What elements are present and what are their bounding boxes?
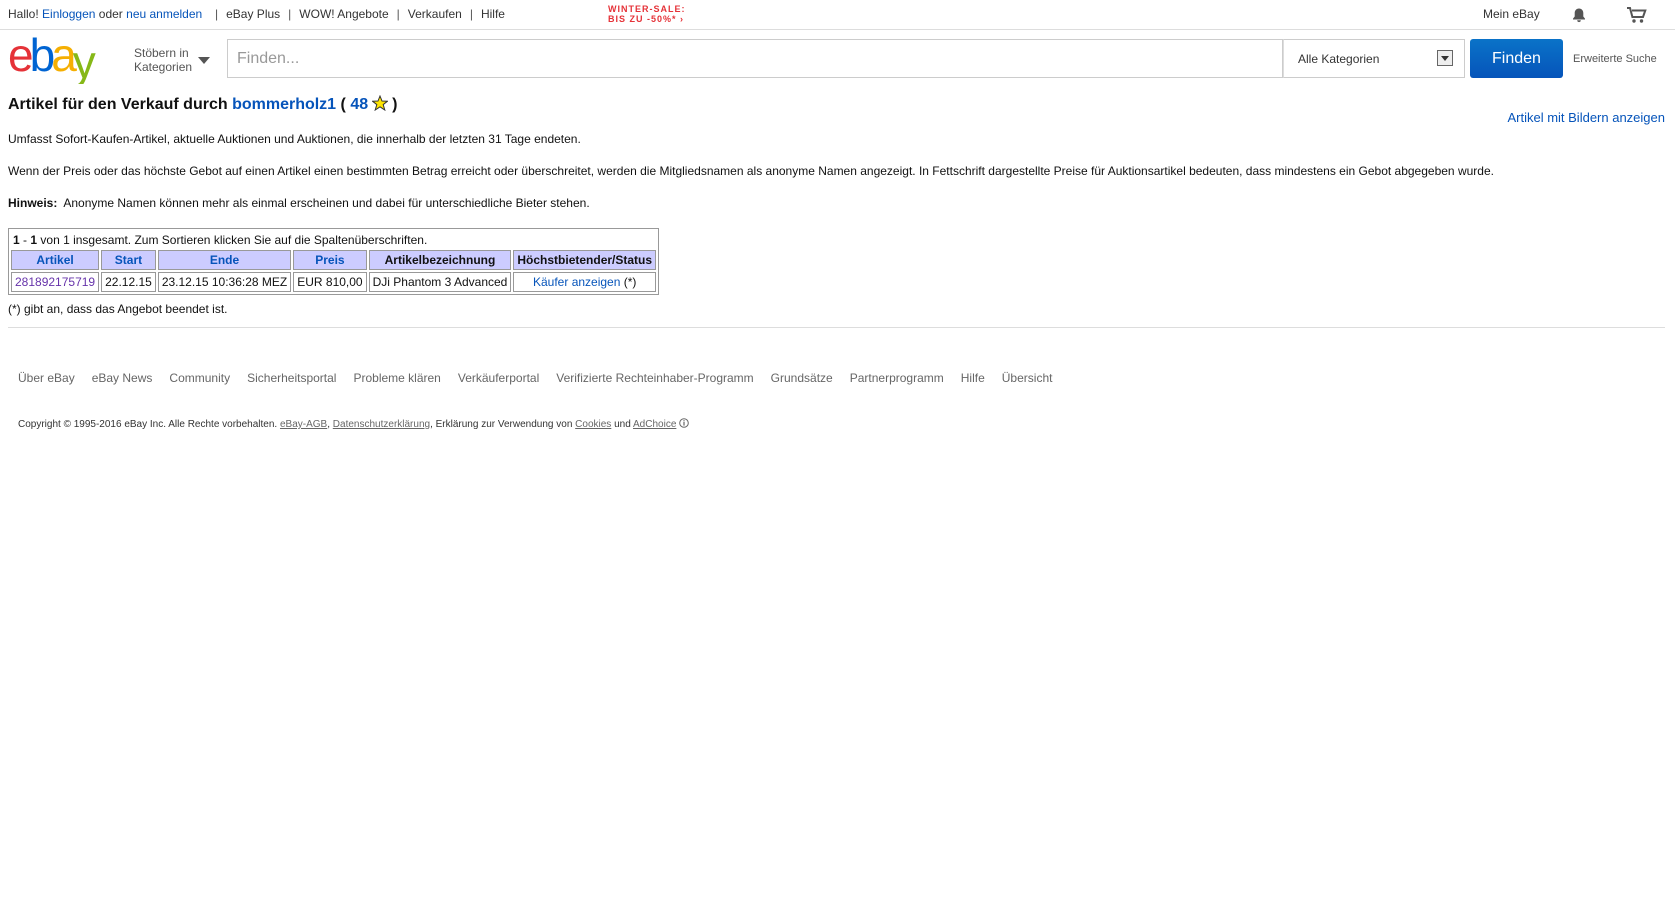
- sale-line-1: WINTER-SALE:: [608, 4, 686, 14]
- page-title: Artikel für den Verkauf durch bommerholz…: [8, 95, 397, 114]
- footer-link-community[interactable]: Community: [169, 371, 230, 385]
- cookies-text: , Erklärung zur Verwendung von: [430, 419, 573, 430]
- column-header-title: Artikelbezeichnung: [368, 250, 512, 270]
- copyright-text: Copyright © 1995-2016 eBay Inc. Alle Rec…: [18, 419, 278, 430]
- greeting-area: Hallo! Einloggen oder neu anmelden: [8, 7, 202, 21]
- browse-line-2: Kategorien: [134, 60, 193, 74]
- column-header-start[interactable]: Start: [101, 250, 156, 270]
- range-end: 1: [30, 233, 38, 247]
- bell-icon[interactable]: [1571, 7, 1587, 23]
- ebay-plus-link[interactable]: eBay Plus: [226, 7, 280, 21]
- comma: ,: [327, 419, 331, 430]
- footer-link-vero[interactable]: Verifizierte Rechteinhaber-Programm: [556, 371, 753, 385]
- browse-line-1: Stöbern in: [134, 46, 189, 60]
- seller-link[interactable]: bommerholz1: [232, 96, 336, 113]
- chevron-down-icon[interactable]: [198, 57, 210, 64]
- note-paragraph: Hinweis: Anonyme Namen können mehr als e…: [8, 196, 590, 210]
- item-number-link[interactable]: 281892175719: [15, 275, 95, 289]
- footer-link-about[interactable]: Über eBay: [18, 371, 75, 385]
- footnote: (*) gibt an, dass das Angebot beendet is…: [8, 302, 228, 316]
- footer-link-policies[interactable]: Grundsätze: [771, 371, 833, 385]
- range-dash: -: [23, 233, 28, 247]
- help-link[interactable]: Hilfe: [481, 7, 505, 21]
- count-text: von 1 insgesamt. Zum Sortieren klicken S…: [40, 233, 428, 247]
- column-header-item[interactable]: Artikel: [11, 250, 100, 270]
- cell-title: DJi Phantom 3 Advanced: [368, 272, 512, 292]
- footer-link-sitemap[interactable]: Übersicht: [1002, 371, 1053, 385]
- separator: |: [215, 7, 219, 21]
- table-header-row: Artikel Start Ende Preis Artikelbezeichn…: [11, 250, 657, 270]
- title-prefix: Artikel für den Verkauf durch: [8, 96, 228, 113]
- logo-letters: ebay: [8, 34, 96, 84]
- sale-line-2: BIS ZU -50%* ›: [608, 14, 685, 24]
- ended-marker: (*): [623, 275, 637, 289]
- separator: |: [469, 7, 473, 21]
- logo-letter-y: y: [73, 36, 96, 84]
- cell-end: 23.12.15 10:36:28 MEZ: [157, 272, 292, 292]
- cell-start: 22.12.15: [101, 272, 156, 292]
- results-count-row: 1 - 1 von 1 insgesamt. Zum Sortieren kli…: [11, 231, 656, 248]
- footer-link-resolution[interactable]: Probleme klären: [353, 371, 440, 385]
- separator: |: [288, 7, 292, 21]
- my-ebay-link[interactable]: Mein eBay: [1483, 7, 1540, 21]
- greeting-text: Hallo!: [8, 7, 39, 21]
- column-header-status: Höchstbietender/Status: [513, 250, 657, 270]
- divider: [8, 327, 1665, 328]
- show-with-images-link[interactable]: Artikel mit Bildern anzeigen: [1507, 110, 1665, 125]
- dropdown-arrow-icon: [1437, 50, 1453, 66]
- cell-item: 281892175719: [11, 272, 100, 292]
- note-text: Anonyme Namen können mehr als einmal ers…: [63, 196, 590, 210]
- results-count: 1 - 1 von 1 insgesamt. Zum Sortieren kli…: [11, 231, 656, 248]
- info-icon[interactable]: [679, 418, 690, 428]
- browse-categories-button[interactable]: Stöbern in Kategorien: [134, 46, 192, 74]
- footer-link-security[interactable]: Sicherheitsportal: [247, 371, 336, 385]
- range-start: 1: [13, 233, 20, 247]
- login-link[interactable]: Einloggen: [42, 7, 95, 21]
- top-bar: Hallo! Einloggen oder neu anmelden | eBay…: [0, 0, 1675, 30]
- and-text: und: [614, 419, 631, 430]
- advanced-search-link[interactable]: Erweiterte Suche: [1573, 53, 1657, 65]
- separator: |: [396, 7, 400, 21]
- footer-link-seller-portal[interactable]: Verkäuferportal: [458, 371, 539, 385]
- table-row: 281892175719 22.12.15 23.12.15 10:36:28 …: [11, 272, 657, 292]
- logo-letter-e: e: [8, 34, 32, 81]
- cookies-link[interactable]: Cookies: [575, 419, 611, 430]
- note-label: Hinweis:: [8, 196, 58, 210]
- star-icon[interactable]: [372, 95, 389, 111]
- results-table: 1 - 1 von 1 insgesamt. Zum Sortieren kli…: [8, 228, 660, 295]
- sell-link[interactable]: Verkaufen: [408, 7, 462, 21]
- open-paren: (: [340, 96, 346, 113]
- winter-sale-banner[interactable]: WINTER-SALE: BIS ZU -50%* ›: [608, 4, 686, 24]
- footer-link-help[interactable]: Hilfe: [961, 371, 985, 385]
- privacy-link[interactable]: Datenschutzerklärung: [333, 419, 430, 430]
- top-nav: | eBay Plus | WOW! Angebote | Verkaufen | Hilfe: [207, 7, 505, 21]
- category-select[interactable]: Alle Kategorien: [1283, 39, 1465, 78]
- info-paragraph-scope: Umfasst Sofort-Kaufen-Artikel, aktuelle …: [8, 132, 581, 146]
- wow-deals-link[interactable]: WOW! Angebote: [299, 7, 388, 21]
- find-button[interactable]: Finden: [1470, 39, 1563, 78]
- footer-link-news[interactable]: eBay News: [92, 371, 153, 385]
- footer-link-partner[interactable]: Partnerprogramm: [850, 371, 944, 385]
- feedback-score-link[interactable]: 48: [350, 96, 368, 113]
- column-header-price[interactable]: Preis: [293, 250, 367, 270]
- footer-links: Über eBay eBay News Community Sicherheitspo…: [18, 371, 1069, 385]
- category-select-value: Alle Kategorien: [1298, 52, 1380, 66]
- column-header-end[interactable]: Ende: [157, 250, 292, 270]
- adchoice-link[interactable]: AdChoice: [633, 419, 676, 430]
- show-buyer-link[interactable]: Käufer anzeigen: [533, 275, 620, 289]
- close-paren: ): [392, 96, 398, 113]
- search-box: [227, 39, 1283, 78]
- cell-price: EUR 810,00: [293, 272, 367, 292]
- info-paragraph-anonymous: Wenn der Preis oder das höchste Gebot au…: [8, 164, 1494, 178]
- search-input[interactable]: [228, 40, 1282, 77]
- copyright: Copyright © 1995-2016 eBay Inc. Alle Rec…: [18, 418, 690, 430]
- cell-status: Käufer anzeigen (*): [513, 272, 657, 292]
- logo-letter-b: b: [30, 34, 54, 81]
- ebay-logo-icon: ebay: [8, 34, 100, 84]
- agb-link[interactable]: eBay-AGB: [280, 419, 327, 430]
- cart-icon[interactable]: [1626, 6, 1648, 24]
- register-link[interactable]: neu anmelden: [126, 7, 202, 21]
- or-text: oder: [98, 7, 123, 21]
